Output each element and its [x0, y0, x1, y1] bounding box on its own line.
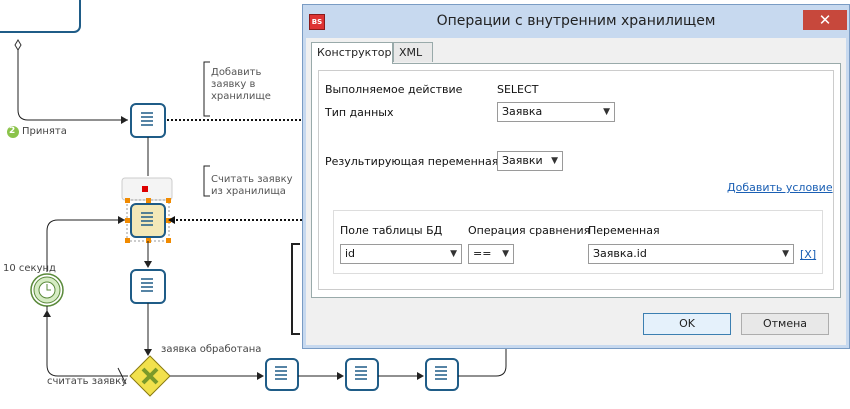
task-add-to-storage[interactable] [130, 103, 166, 138]
arrowhead [144, 261, 152, 268]
storage-operations-dialog: BS Операции с внутренним хранилищем ✕ Ко… [302, 4, 850, 349]
task-bottom-1[interactable] [265, 358, 299, 391]
remove-condition-link[interactable]: [X] [800, 248, 816, 261]
db-field-value: id [345, 247, 356, 260]
task-bottom-3[interactable] [425, 358, 459, 391]
column-operator: Операция сравнения [468, 224, 591, 237]
operator-value: == [473, 247, 492, 260]
task-process[interactable] [130, 269, 166, 304]
constructor-panel: Выполняемое действие SELECT Тип данных З… [311, 63, 841, 298]
timer-event[interactable] [30, 273, 64, 307]
close-button[interactable]: ✕ [803, 10, 847, 30]
arrowhead [43, 310, 51, 317]
gateway-label: заявка обработана [161, 344, 262, 355]
column-variable: Переменная [588, 224, 660, 237]
dialog-title: Операции с внутренним хранилищем [436, 13, 716, 29]
timer-label: 10 секунд [3, 263, 56, 274]
constructor-form: Выполняемое действие SELECT Тип данных З… [318, 70, 834, 290]
arrowhead [337, 372, 344, 380]
cancel-button[interactable]: Отмена [741, 313, 829, 335]
tab-constructor[interactable]: Конструктор [311, 42, 393, 64]
chevron-down-icon: ▼ [782, 249, 789, 259]
result-var-label: Результирующая переменная [325, 155, 499, 168]
arrowhead [118, 216, 125, 224]
annotation-add-text: Добавить заявку в хранилище [211, 67, 271, 102]
default-flow-marker [14, 39, 22, 51]
loop-label: считать заявку [47, 376, 128, 387]
data-type-label: Тип данных [325, 106, 394, 119]
result-var-select[interactable]: Заявки ▼ [497, 151, 563, 171]
task-read-from-storage[interactable] [130, 203, 166, 238]
db-field-select[interactable]: id ▼ [340, 244, 462, 264]
count-badge-text: 2 [9, 126, 16, 136]
annotation-bracket-1 [203, 61, 210, 117]
tab-xml[interactable]: XML [393, 42, 433, 62]
data-type-value: Заявка [502, 105, 543, 118]
accepted-label: Принята [22, 126, 67, 137]
chevron-down-icon: ▼ [603, 107, 610, 117]
sequence-flow-loop-in [46, 219, 125, 272]
sequence-flow-loop-out [46, 306, 128, 377]
arrowhead [144, 349, 152, 356]
add-condition-link[interactable]: Добавить условие [727, 181, 833, 194]
column-db-field: Поле таблицы БД [340, 224, 443, 237]
arrowhead [121, 116, 128, 124]
chevron-down-icon: ▼ [502, 249, 509, 259]
dialog-titlebar[interactable]: BS Операции с внутренним хранилищем ✕ [303, 5, 849, 38]
annotation-read-text: Считать заявку из хранилища [211, 174, 293, 197]
chevron-down-icon: ▼ [551, 156, 558, 166]
stop-icon[interactable] [142, 186, 148, 192]
ok-button[interactable]: OK [643, 313, 731, 335]
variable-value: Заявка.id [593, 247, 647, 260]
annotation-bracket-2 [203, 165, 210, 197]
task-bottom-2[interactable] [345, 358, 379, 391]
arrowhead [257, 372, 264, 380]
chevron-down-icon: ▼ [450, 249, 457, 259]
data-type-select[interactable]: Заявка ▼ [497, 102, 615, 122]
annotation-bracket-3 [291, 243, 300, 335]
variable-select[interactable]: Заявка.id ▼ [588, 244, 794, 264]
action-label: Выполняемое действие [325, 83, 463, 96]
exclusive-gateway[interactable] [129, 355, 171, 397]
arrowhead [417, 372, 424, 380]
result-var-value: Заявки [502, 154, 543, 167]
condition-box: Поле таблицы БД Операция сравнения Перем… [333, 210, 823, 274]
action-value: SELECT [497, 83, 539, 96]
sequence-flow-1 [17, 50, 128, 121]
operator-select[interactable]: == ▼ [468, 244, 514, 264]
partial-task[interactable] [0, 0, 81, 33]
sequence-flow-8 [458, 349, 507, 377]
